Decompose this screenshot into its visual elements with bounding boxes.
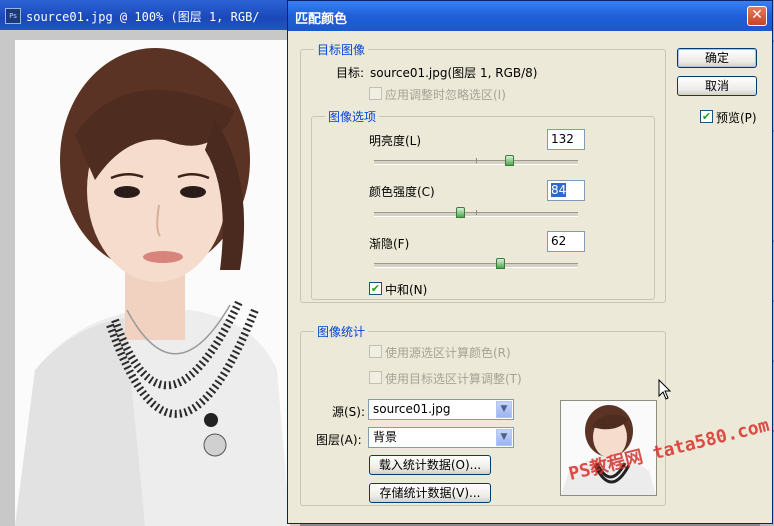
portrait-illustration xyxy=(15,40,290,526)
close-button[interactable]: ✕ xyxy=(747,6,767,26)
use-target-selection-checkbox[interactable] xyxy=(369,371,382,384)
intensity-field[interactable]: 84 xyxy=(547,180,585,201)
close-icon: ✕ xyxy=(751,7,763,23)
ok-button[interactable]: 确定 xyxy=(677,48,757,68)
use-source-selection-label: 使用源选区计算颜色(R) xyxy=(385,346,511,360)
checkmark-icon: ✔ xyxy=(701,110,712,123)
chevron-down-icon: ▼ xyxy=(496,429,512,446)
intensity-slider-thumb[interactable] xyxy=(455,207,465,218)
fade-label: 渐隐(F) xyxy=(369,237,410,251)
luminance-value: 132 xyxy=(551,132,574,146)
fade-slider-thumb[interactable] xyxy=(496,258,506,269)
fade-slider[interactable] xyxy=(374,263,578,268)
use-target-selection-label: 使用目标选区计算调整(T) xyxy=(385,372,522,386)
layer-select-value: 背景 xyxy=(373,430,398,444)
preview-checkbox[interactable]: ✔ xyxy=(700,110,713,123)
fade-value: 62 xyxy=(551,234,567,248)
chevron-down-icon: ▼ xyxy=(496,401,512,418)
dialog-title: 匹配颜色 xyxy=(295,12,348,27)
portrait-photo xyxy=(15,40,290,526)
cancel-button[interactable]: 取消 xyxy=(677,76,757,96)
luminance-label: 明亮度(L) xyxy=(369,134,422,148)
intensity-label: 颜色强度(C) xyxy=(369,185,435,199)
image-options-group xyxy=(311,116,655,300)
document-canvas[interactable] xyxy=(0,30,290,526)
fade-field[interactable]: 62 xyxy=(547,231,585,252)
save-statistics-button[interactable]: 存储统计数据(V)... xyxy=(369,483,491,503)
preview-label: 预览(P) xyxy=(716,111,757,125)
target-image-group-label: 目标图像 xyxy=(314,41,369,58)
luminance-field[interactable]: 132 xyxy=(547,129,585,150)
intensity-slider-center xyxy=(476,210,477,215)
image-options-group-label: 图像选项 xyxy=(325,108,380,125)
document-titlebar[interactable]: Ps source01.jpg @ 100% (图层 1, RGB/ xyxy=(0,0,300,30)
document-title: source01.jpg @ 100% (图层 1, RGB/ xyxy=(26,10,260,24)
checkmark-icon: ✔ xyxy=(370,282,381,295)
neutralize-label: 中和(N) xyxy=(385,283,428,297)
source-select-value: source01.jpg xyxy=(373,402,451,416)
luminance-slider-thumb[interactable] xyxy=(504,155,514,166)
load-statistics-button[interactable]: 载入统计数据(O)... xyxy=(369,455,491,475)
layer-select[interactable]: 背景 ▼ xyxy=(368,427,514,448)
use-source-selection-checkbox[interactable] xyxy=(369,345,382,358)
image-statistics-group-label: 图像统计 xyxy=(314,323,369,340)
target-value: source01.jpg(图层 1, RGB/8) xyxy=(370,66,538,80)
luminance-slider-center xyxy=(476,158,477,163)
intensity-value: 84 xyxy=(551,183,567,197)
layer-label: 图层(A): xyxy=(316,433,362,447)
ignore-selection-label: 应用调整时忽略选区(I) xyxy=(385,88,506,102)
source-label: 源(S): xyxy=(332,405,366,419)
photoshop-icon: Ps xyxy=(5,8,21,24)
ignore-selection-checkbox[interactable] xyxy=(369,87,382,100)
target-prefix: 目标: xyxy=(336,66,365,80)
source-select[interactable]: source01.jpg ▼ xyxy=(368,399,514,420)
dialog-titlebar[interactable]: 匹配颜色 ✕ xyxy=(288,1,772,31)
document-window: Ps source01.jpg @ 100% (图层 1, RGB/ xyxy=(0,0,300,526)
neutralize-checkbox[interactable]: ✔ xyxy=(369,282,382,295)
mouse-pointer-icon xyxy=(658,379,672,400)
